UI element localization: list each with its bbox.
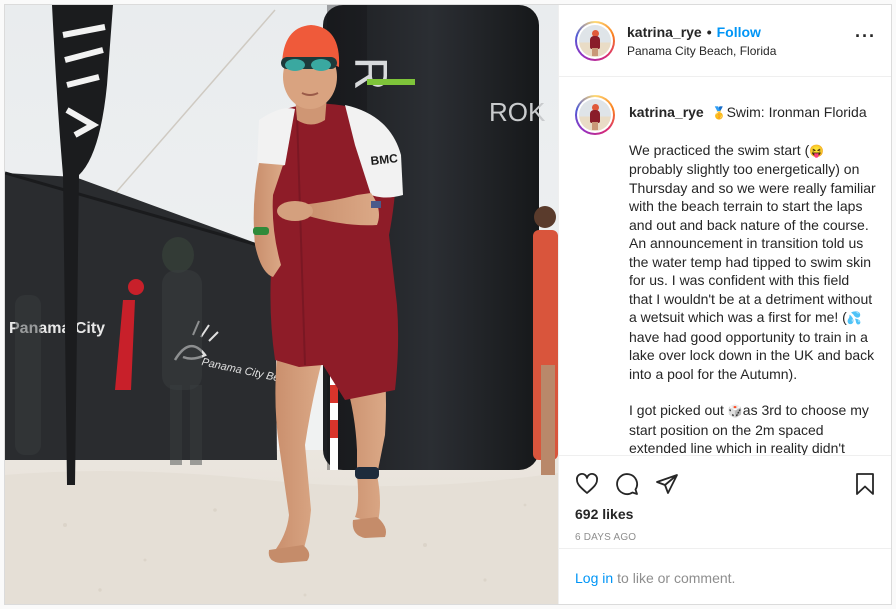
caption-username[interactable]: katrina_rye: [629, 104, 704, 120]
medal-emoji: 🥇: [711, 106, 727, 120]
instagram-post: Panama City Panama City Beach R O: [4, 4, 892, 605]
action-bar: [575, 456, 877, 508]
caption-paragraph-1: We practiced the swim start (😝probably s…: [629, 141, 880, 382]
location-link[interactable]: Panama City Beach, Florida: [627, 44, 855, 58]
post-timestamp[interactable]: 6 DAYS AGO: [575, 532, 877, 543]
login-bar: Log in to like or comment.: [559, 548, 891, 604]
comment-icon[interactable]: [615, 472, 639, 496]
caption-title: Swim: Ironman Florida: [726, 104, 867, 120]
caption-text: katrina_rye 🥇Swim: Ironman Florida We pr…: [629, 93, 876, 455]
more-options-icon[interactable]: ···: [855, 26, 876, 55]
separator-dot: •: [706, 23, 712, 40]
avatar[interactable]: [575, 20, 615, 61]
share-icon[interactable]: [655, 472, 679, 496]
caption-paragraph-2: I got picked out 🎲as 3rd to choose my st…: [629, 402, 869, 455]
login-prompt: to like or comment.: [617, 569, 736, 586]
author-username[interactable]: katrina_rye: [627, 24, 702, 40]
heart-icon[interactable]: [575, 472, 599, 496]
likes-count[interactable]: 692 likes: [575, 506, 877, 522]
actions-block: 692 likes 6 DAYS AGO: [559, 455, 891, 543]
arch-text-side: ROK: [489, 97, 546, 127]
post-photo[interactable]: Panama City Panama City Beach R O: [5, 5, 558, 604]
bookmark-icon[interactable]: [853, 472, 877, 496]
caption-area[interactable]: katrina_rye 🥇Swim: Ironman Florida We pr…: [559, 77, 891, 455]
suit-logo: BMC: [370, 151, 399, 168]
post-header: katrina_rye • Follow Panama City Beach, …: [559, 5, 891, 77]
caption-avatar-image: [579, 99, 611, 131]
droplets-emoji: 💦: [846, 311, 862, 325]
avatar-image: [579, 24, 611, 57]
login-link[interactable]: Log in: [575, 570, 613, 586]
post-side-panel: katrina_rye • Follow Panama City Beach, …: [558, 5, 891, 604]
follow-button[interactable]: Follow: [717, 24, 761, 40]
caption-avatar[interactable]: [575, 95, 615, 135]
tongue-emoji: 😝: [809, 143, 825, 158]
dice-emoji: 🎲: [727, 404, 743, 418]
